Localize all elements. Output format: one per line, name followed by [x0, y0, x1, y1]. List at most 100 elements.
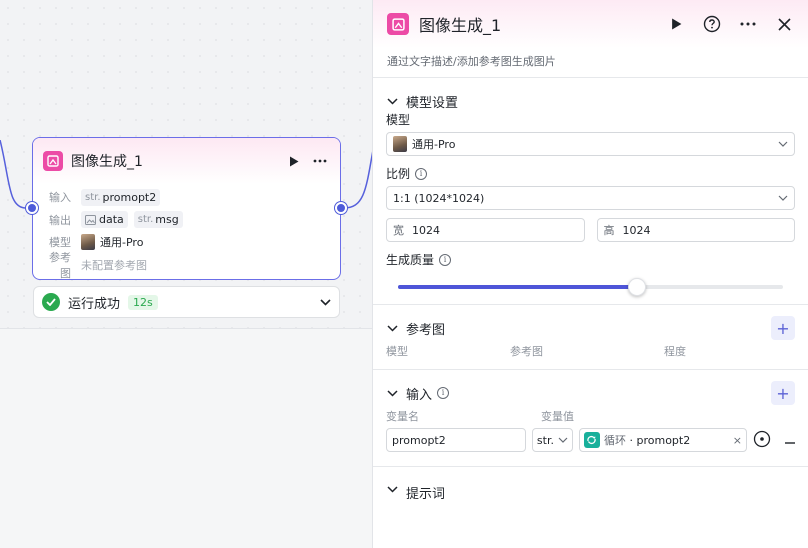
image-type-icon	[85, 214, 96, 225]
ref-label: 参考图	[49, 250, 71, 280]
run-icon[interactable]	[284, 151, 304, 171]
section-title: 提示词	[406, 487, 446, 502]
column-var-value: 变量值	[541, 410, 574, 423]
var-reference[interactable]: 循环 · promopt2 ×	[578, 428, 747, 452]
image-gen-icon	[43, 151, 63, 171]
output-port[interactable]	[335, 202, 347, 214]
info-icon[interactable]: i	[437, 387, 450, 399]
info-icon[interactable]: i	[439, 254, 452, 266]
panel-header: 图像生成_1	[373, 0, 808, 48]
chevron-down-icon	[778, 195, 788, 201]
section-title: 模型设置	[406, 95, 459, 111]
add-input-button[interactable]: +	[771, 381, 795, 405]
ref-value: 未配置参考图	[81, 258, 147, 272]
ratio-select[interactable]: 1:1 (1024*1024)	[386, 186, 795, 210]
column-strength: 程度	[664, 345, 686, 358]
prompt-header[interactable]: 提示词	[386, 467, 795, 502]
panel-title: 图像生成_1	[419, 16, 502, 35]
quality-slider[interactable]	[386, 270, 795, 304]
width-value: 1024	[412, 223, 440, 237]
model-select[interactable]: 通用-Pro	[386, 132, 795, 156]
variable-picker-icon[interactable]	[753, 430, 771, 451]
type-prefix: str.	[137, 214, 154, 226]
var-name: data	[99, 213, 124, 227]
duration-badge: 12s	[128, 294, 158, 310]
info-icon[interactable]: i	[415, 168, 428, 180]
help-icon[interactable]	[702, 14, 722, 34]
run-icon[interactable]	[666, 14, 686, 34]
type-prefix: str.	[85, 191, 101, 203]
output-msg-tag: str. msg	[133, 211, 183, 229]
reference-columns: 模型 参考图 程度	[386, 343, 795, 369]
node-model-row: 模型 通用-Pro	[43, 231, 330, 254]
reference-section: 参考图 + 模型 参考图 程度	[373, 305, 808, 370]
ratio-select-value: 1:1 (1024*1024)	[393, 191, 485, 205]
model-avatar	[393, 136, 407, 152]
success-icon	[42, 293, 60, 311]
image-gen-icon	[387, 13, 409, 35]
column-reference: 参考图	[510, 345, 543, 358]
height-label: 高	[603, 224, 615, 237]
var-type-value: str.	[536, 433, 554, 447]
workflow-canvas[interactable]: 图像生成_1 输入 str.promopt2 输出 data str.msg	[0, 0, 374, 548]
input-var-tag: str. promopt2	[81, 188, 161, 206]
column-var-name: 变量名	[386, 410, 419, 423]
var-type-select[interactable]: str.	[531, 428, 573, 452]
model-field-label: 模型	[386, 113, 411, 127]
reference-text: 循环 · promopt2	[603, 434, 691, 447]
node-output-row: 输出 data str. msg	[43, 209, 330, 232]
width-input[interactable]: 宽 1024	[386, 218, 585, 242]
node-title: 图像生成_1	[71, 154, 143, 170]
remove-variable-button[interactable]	[785, 433, 795, 447]
input-columns: 变量名 变量值	[386, 408, 795, 428]
image-gen-node[interactable]: 图像生成_1 输入 str.promopt2 输出 data str.msg	[32, 137, 341, 280]
var-name: msg	[155, 213, 179, 227]
chevron-down-icon[interactable]	[320, 295, 331, 309]
panel-description: 通过文字描述/添加参考图生成图片	[373, 48, 808, 78]
model-settings-section: 模型设置 模型 通用-Pro 比例 i 1:1 (1024*1024) 宽 1024…	[373, 78, 808, 305]
chevron-down-icon[interactable]	[386, 387, 398, 399]
output-label: 输出	[49, 213, 71, 227]
model-select-value: 通用-Pro	[412, 138, 456, 151]
ratio-label-text: 比例	[386, 167, 411, 181]
chevron-down-icon[interactable]	[386, 95, 398, 107]
clear-icon[interactable]: ×	[733, 434, 742, 447]
node-ref-row: 参考图 未配置参考图	[43, 251, 330, 279]
var-name: promopt2	[102, 190, 157, 204]
quality-field-label: 生成质量 i	[386, 250, 795, 270]
chevron-down-icon[interactable]	[386, 322, 398, 334]
chevron-down-icon[interactable]	[386, 483, 398, 495]
var-name-input[interactable]: promopt2	[386, 428, 526, 452]
section-title: 输入	[406, 387, 433, 403]
input-section: 输入 i + 变量名 变量值 promopt2 str. 循环 · promop…	[373, 370, 808, 467]
more-icon[interactable]	[738, 14, 758, 34]
slider-fill	[398, 285, 637, 289]
input-variable-row: promopt2 str. 循环 · promopt2 ×	[386, 428, 795, 466]
loop-icon	[583, 432, 600, 448]
canvas-lower-area	[0, 328, 372, 548]
height-input[interactable]: 高 1024	[596, 218, 795, 242]
run-status-bar[interactable]: 运行成功 12s	[33, 286, 340, 318]
close-icon[interactable]	[774, 14, 794, 34]
height-value: 1024	[622, 223, 651, 237]
output-data-tag: data	[81, 211, 128, 229]
width-label: 宽	[393, 224, 404, 237]
quality-label-text: 生成质量	[386, 253, 435, 267]
column-model: 模型	[386, 345, 408, 358]
input-port[interactable]	[26, 202, 38, 214]
slider-thumb[interactable]	[627, 278, 646, 296]
model-avatar	[81, 234, 95, 251]
section-title: 参考图	[406, 322, 446, 338]
ratio-field-label: 比例 i	[386, 164, 795, 184]
more-icon[interactable]	[310, 151, 330, 171]
chevron-down-icon	[778, 141, 788, 147]
model-value: 通用-Pro	[100, 236, 144, 250]
node-header: 图像生成_1	[33, 138, 340, 184]
add-reference-button[interactable]: +	[771, 316, 795, 340]
node-settings-panel: 图像生成_1 通过文字描述/添加参考图生成图片 模型设置 模型 通用-Pro 比…	[372, 0, 808, 548]
node-body: 输入 str. promopt2 输出 data str. msg 模型 通用-Pr…	[33, 184, 340, 279]
reference-source: 循环	[603, 434, 626, 447]
slider-track	[398, 278, 783, 296]
reference-var: promopt2	[636, 434, 691, 447]
node-input-row: 输入 str. promopt2	[43, 186, 330, 209]
